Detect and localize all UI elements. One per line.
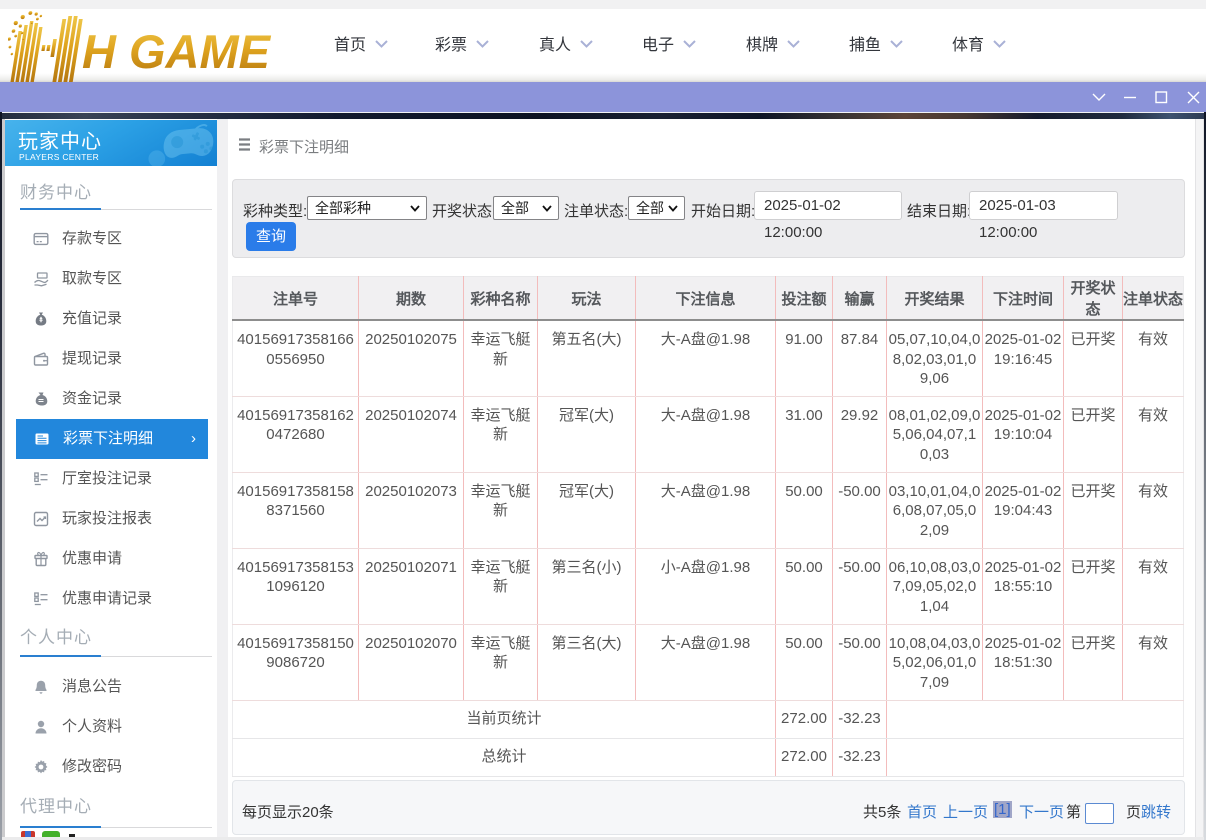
svg-text:H GAME: H GAME: [82, 25, 272, 78]
